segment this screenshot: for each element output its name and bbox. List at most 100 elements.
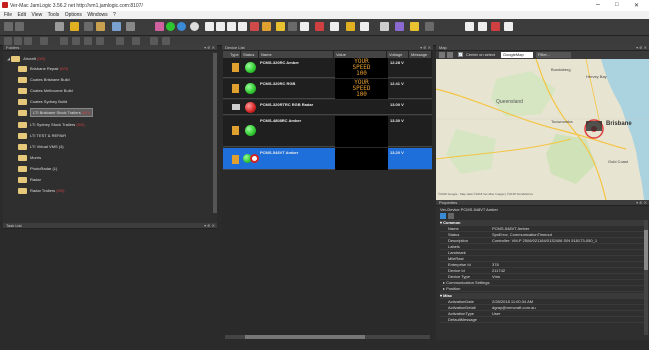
sign-icon[interactable] — [155, 22, 164, 31]
globe-icon[interactable] — [112, 22, 121, 31]
tree-item-selected[interactable]: LTI Brisbane Stock Trailers (0/0) — [18, 108, 94, 117]
menu-file[interactable]: File — [4, 12, 12, 18]
menu-windows[interactable]: Windows — [87, 12, 107, 18]
device-list-hscrollbar[interactable] — [225, 335, 430, 339]
col-value[interactable]: Value — [334, 51, 387, 58]
document2-icon[interactable] — [216, 22, 225, 31]
tree-item[interactable]: LTI Sydney Stock Trailers (0/0) — [18, 120, 85, 129]
menu-tools[interactable]: Tools — [48, 12, 60, 18]
nav-icon[interactable] — [4, 37, 12, 45]
nav3-icon[interactable] — [24, 37, 32, 45]
tree-item[interactable]: LTI TEST & REPAIR — [18, 131, 66, 140]
search-icon[interactable] — [55, 22, 64, 31]
radar-icon — [232, 104, 240, 110]
document-icon[interactable] — [205, 22, 214, 31]
pin-icon[interactable]: ▾ ⊕ ✕ — [636, 200, 647, 206]
map-filter-input[interactable]: Filter... — [536, 52, 571, 58]
nav10-icon[interactable] — [132, 37, 140, 45]
col-voltage[interactable]: Voltage — [387, 51, 409, 58]
maximize-button[interactable]: □ — [615, 2, 619, 8]
pin-icon[interactable]: ▾ ⊕ ✕ — [204, 45, 215, 51]
tree-item[interactable]: PhotoRadar (1) — [18, 164, 57, 173]
minimize-button[interactable]: – — [596, 1, 600, 8]
nav7-icon[interactable] — [84, 37, 92, 45]
chart-icon[interactable] — [288, 22, 297, 31]
star-icon[interactable] — [395, 22, 404, 31]
device-row[interactable]: PCMS-320RTRC RGB Radar 13.00 V — [223, 100, 432, 115]
nav11-icon[interactable] — [150, 37, 158, 45]
prop-row[interactable]: DefaultMessage — [440, 317, 645, 323]
calendar-icon[interactable] — [346, 22, 355, 31]
menu-options[interactable]: Options — [65, 12, 82, 18]
folder-icon — [18, 165, 27, 172]
device-row-selected[interactable]: PCMS-548VT Amber 13.20 V — [223, 148, 432, 170]
categorized-icon[interactable] — [440, 213, 446, 219]
settings-icon[interactable] — [425, 22, 434, 31]
forward-icon[interactable] — [15, 22, 24, 31]
folder-icon[interactable] — [96, 22, 105, 31]
key-icon[interactable] — [70, 22, 79, 31]
tree-item[interactable]: Radar — [18, 175, 41, 184]
alert-icon[interactable] — [250, 22, 259, 31]
nav4-icon[interactable] — [40, 37, 48, 45]
tree-item[interactable]: Radar Trailers (0/0) — [18, 186, 64, 195]
print-icon[interactable] — [504, 22, 513, 31]
nav5-icon[interactable] — [60, 37, 68, 45]
device-row[interactable]: PCMS-320RC RGB YOUR SPEED 100 12.41 V — [223, 79, 432, 99]
nav8-icon[interactable] — [96, 37, 104, 45]
device-row[interactable]: PCMS-320RC Amber YOUR SPEED 100 12.28 V — [223, 58, 432, 78]
map-canvas[interactable]: Brisbane Queensland Hervey Bay Bundaberg… — [436, 59, 649, 200]
tree-item[interactable]: Coates Brisbane Build — [18, 75, 70, 84]
prop-subcategory[interactable]: ▸ Position — [440, 286, 645, 292]
report-icon[interactable] — [300, 22, 309, 31]
col-message[interactable]: Message — [409, 51, 432, 58]
menu-view[interactable]: View — [31, 12, 42, 18]
tree-item[interactable]: Morris — [18, 153, 41, 162]
tool-icon[interactable] — [84, 22, 93, 31]
warning-icon[interactable] — [262, 22, 271, 31]
tree-item[interactable]: Coates Melbourne Build — [18, 86, 73, 95]
zoom-out-icon[interactable] — [447, 52, 453, 58]
trailer-icon — [232, 84, 239, 93]
document3-icon[interactable] — [227, 22, 236, 31]
record-icon[interactable] — [315, 22, 324, 31]
nav2-icon[interactable] — [14, 37, 22, 45]
nav6-icon[interactable] — [72, 37, 80, 45]
device-row[interactable]: PCMS-4808RC Amber 13.30 V — [223, 116, 432, 147]
col-name[interactable]: Name — [259, 51, 334, 58]
nav9-icon[interactable] — [116, 37, 124, 45]
tree-item-aircraft[interactable]: ◢ Aircraft (0/0) — [7, 54, 45, 63]
status-blue-icon[interactable] — [177, 22, 186, 31]
menu-help[interactable]: ? — [113, 12, 116, 18]
tree-item[interactable]: Coates Sydney Build — [18, 97, 67, 106]
nav12-icon[interactable] — [162, 37, 170, 45]
tree-item[interactable]: LTI Virtual VMS (4) — [18, 142, 64, 151]
list-icon[interactable] — [360, 22, 369, 31]
scroll-thumb[interactable] — [644, 230, 648, 270]
menu-edit[interactable]: Edit — [17, 12, 26, 18]
col-type[interactable]: Type — [228, 51, 241, 58]
tree-item[interactable]: Brisbane Repair (0/0) — [18, 64, 68, 73]
map-provider-select[interactable]: GoogleMap — [501, 52, 533, 58]
sort-icon[interactable] — [448, 213, 454, 219]
center-checkbox[interactable]: ✓ — [458, 52, 463, 57]
lightning-icon[interactable] — [276, 22, 285, 31]
device-icon[interactable] — [126, 22, 135, 31]
close-button[interactable]: ✕ — [634, 2, 639, 9]
page-icon[interactable] — [330, 22, 339, 31]
delete-icon[interactable] — [491, 22, 500, 31]
zoom-in-icon[interactable] — [439, 52, 445, 58]
col-status[interactable]: Status — [241, 51, 259, 58]
folders-scrollbar[interactable] — [213, 53, 217, 213]
back-icon[interactable] — [4, 22, 13, 31]
export-icon[interactable] — [380, 22, 389, 31]
clock-icon[interactable] — [190, 22, 199, 31]
status-green-icon[interactable] — [166, 22, 175, 31]
paste-icon[interactable] — [478, 22, 487, 31]
hscroll-thumb[interactable] — [245, 335, 365, 339]
pin-icon[interactable]: ▾ ⊕ ✕ — [204, 223, 215, 229]
document4-icon[interactable] — [238, 22, 247, 31]
properties-scrollbar[interactable] — [644, 220, 648, 335]
copy-icon[interactable] — [465, 22, 474, 31]
bulb-icon[interactable] — [410, 22, 419, 31]
